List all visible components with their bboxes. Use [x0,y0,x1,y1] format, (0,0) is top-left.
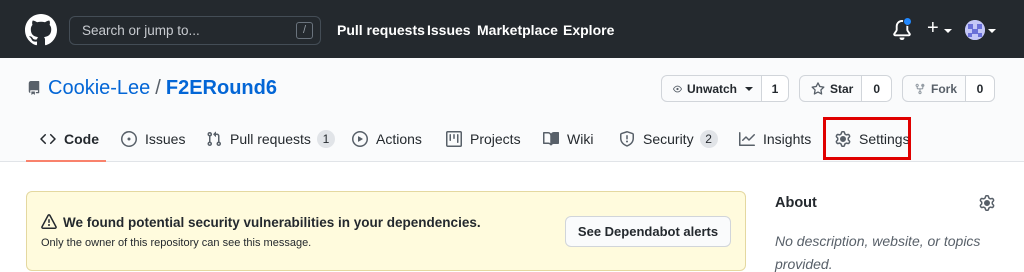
chevron-down-icon [745,86,753,91]
header-nav-marketplace[interactable]: Marketplace [477,22,558,38]
tab-actions[interactable]: Actions [352,129,422,149]
settings-highlight-box [823,117,911,160]
header-nav-issues[interactable]: Issues [427,22,471,38]
see-dependabot-alerts-button[interactable]: See Dependabot alerts [565,216,731,247]
alert-subtitle: Only the owner of this repository can se… [41,237,312,249]
about-description: No description, website, or topics provi… [775,233,981,272]
chevron-down-icon[interactable] [988,29,996,33]
watchers-count[interactable]: 1 [762,76,788,101]
repository-title: Cookie-Lee / F2ERound6 [48,77,277,100]
header-nav-pull-requests[interactable]: Pull requests [337,22,425,38]
unwatch-label: Unwatch [686,81,737,96]
notification-dot [903,17,912,26]
tab-projects[interactable]: Projects [446,129,521,149]
forks-count[interactable]: 0 [966,76,994,101]
global-header: Search or jump to... / Pull requests Iss… [0,0,1024,58]
about-heading: About [775,195,817,211]
avatar[interactable] [965,20,985,40]
security-alert-banner: We found potential security vulnerabilit… [26,191,746,271]
tab-projects-label: Projects [470,131,521,147]
search-placeholder: Search or jump to... [82,23,200,38]
tab-issues-label: Issues [145,131,186,147]
tab-insights-label: Insights [763,131,812,147]
tab-insights[interactable]: Insights [739,129,811,149]
code-icon [40,133,56,145]
star-button-group: Star 0 [799,75,892,102]
repo-icon [28,81,40,95]
fork-button[interactable]: Fork [903,76,966,101]
star-icon [811,81,825,95]
star-button[interactable]: Star [800,76,863,101]
header-nav-explore[interactable]: Explore [563,22,614,38]
search-input[interactable]: Search or jump to... / [69,16,321,45]
graph-icon [739,132,755,146]
fork-label: Fork [930,81,957,96]
tab-pull-requests-label: Pull requests [230,131,311,147]
shield-icon [620,131,634,147]
issue-icon [121,131,137,147]
tab-code[interactable]: Code [40,129,99,149]
pull-requests-counter: 1 [316,130,335,148]
project-icon [446,131,462,147]
alert-icon [41,214,57,229]
tab-security[interactable]: Security 2 [619,129,718,149]
repo-name-link[interactable]: F2ERound6 [166,77,277,99]
play-icon [352,131,368,147]
fork-icon [915,83,925,94]
tab-issues[interactable]: Issues [121,129,185,149]
active-tab-underline [26,160,106,162]
chevron-down-icon[interactable] [944,29,952,33]
pull-request-icon [207,131,222,147]
search-shortcut-hint: / [296,22,313,39]
security-counter: 2 [699,130,718,148]
tab-wiki[interactable]: Wiki [543,129,593,149]
alert-title: We found potential security vulnerabilit… [63,215,481,230]
repo-title-separator: / [155,77,161,99]
star-label: Star [830,81,854,96]
book-icon [543,131,559,146]
fork-button-group: Fork 0 [902,75,995,102]
tab-pull-requests[interactable]: Pull requests 1 [206,129,335,149]
github-logo-icon[interactable] [25,14,57,46]
unwatch-button[interactable]: Unwatch [662,76,762,101]
create-new-button[interactable]: + [927,17,939,40]
eye-icon [673,85,682,92]
avatar-identicon-icon [965,20,985,40]
gear-icon[interactable] [979,195,995,211]
watch-button-group: Unwatch 1 [661,75,789,102]
stargazers-count[interactable]: 0 [862,76,891,101]
tab-wiki-label: Wiki [567,131,594,147]
tab-actions-label: Actions [376,131,422,147]
tab-code-label: Code [64,131,99,147]
repo-owner-link[interactable]: Cookie-Lee [48,77,150,99]
tab-security-label: Security [643,131,694,147]
